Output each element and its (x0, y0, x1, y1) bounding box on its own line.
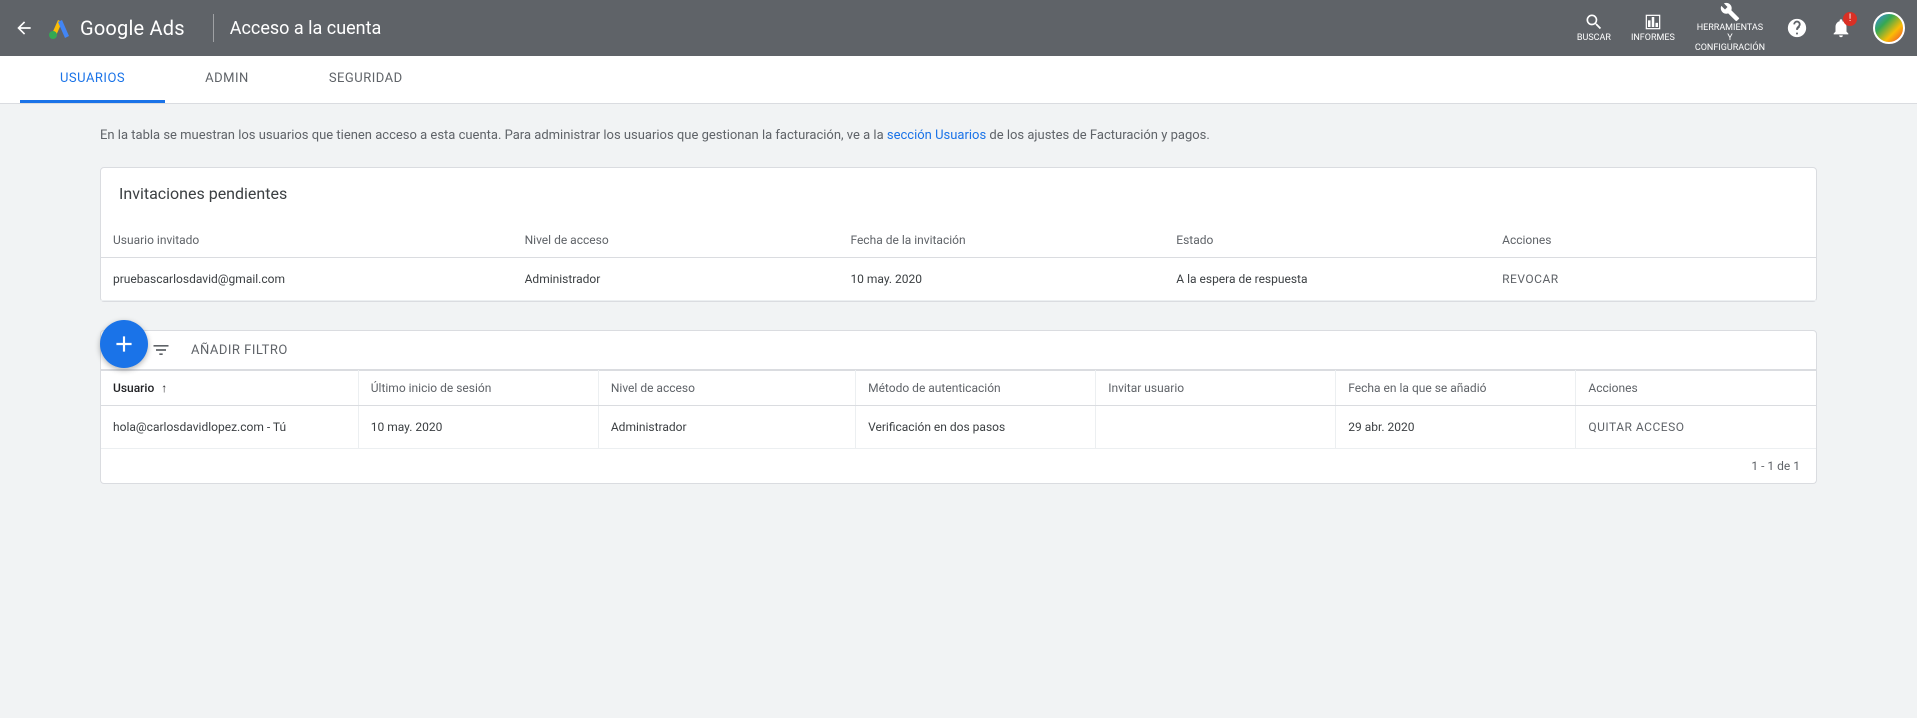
app-header: Google Ads Acceso a la cuenta BUSCAR INF… (0, 0, 1917, 56)
reports-icon (1643, 12, 1663, 32)
filter-bar: AÑADIR FILTRO (100, 330, 1817, 370)
add-filter-button[interactable]: AÑADIR FILTRO (191, 343, 288, 358)
pending-level: Administrador (513, 258, 839, 301)
tools-icon (1720, 2, 1740, 22)
users-table: Usuario ↑ Último inicio de sesión Nivel … (101, 370, 1816, 449)
tabs-bar: USUARIOS ADMIN SEGURIDAD (0, 56, 1917, 104)
back-arrow-icon[interactable] (12, 16, 36, 40)
user-cell: hola@carlosdavidlopez.com - Tú (101, 406, 358, 449)
user-row[interactable]: hola@carlosdavidlopez.com - Tú 10 may. 2… (101, 406, 1816, 449)
users-section: AÑADIR FILTRO Usuario ↑ Último inicio de… (100, 330, 1817, 484)
auth-cell: Verificación en dos pasos (856, 406, 1096, 449)
plus-icon (111, 331, 137, 357)
col-added[interactable]: Fecha en la que se añadió (1336, 371, 1576, 406)
col-actions: Acciones (1490, 223, 1816, 258)
table-footer: 1 - 1 de 1 (101, 449, 1816, 483)
pending-state: A la espera de respuesta (1164, 258, 1490, 301)
product-name: Google Ads (80, 16, 185, 40)
last-login-cell: 10 may. 2020 (358, 406, 598, 449)
invite-cell (1096, 406, 1336, 449)
intro-link[interactable]: sección Usuarios (887, 128, 986, 143)
avatar[interactable] (1873, 12, 1905, 44)
col-user-actions: Acciones (1576, 371, 1816, 406)
search-icon (1584, 12, 1604, 32)
level-cell: Administrador (598, 406, 855, 449)
tab-admin[interactable]: ADMIN (165, 56, 289, 103)
pending-user: pruebascarlosdavid@gmail.com (101, 258, 513, 301)
page-title: Acceso a la cuenta (230, 18, 382, 39)
header-divider (213, 14, 214, 42)
col-user[interactable]: Usuario ↑ (101, 371, 358, 406)
sort-arrow-up-icon: ↑ (161, 381, 167, 395)
tools-label-3: CONFIGURACIÓN (1695, 44, 1765, 54)
revoke-button[interactable]: REVOCAR (1502, 272, 1559, 286)
content-area: En la tabla se muestran los usuarios que… (0, 104, 1917, 524)
reports-action[interactable]: INFORMES (1631, 12, 1675, 44)
col-last-login[interactable]: Último inicio de sesión (358, 371, 598, 406)
notifications-badge: ! (1843, 12, 1857, 26)
pending-row[interactable]: pruebascarlosdavid@gmail.com Administrad… (101, 258, 1816, 301)
col-level[interactable]: Nivel de acceso (598, 371, 855, 406)
add-user-fab[interactable] (100, 320, 148, 368)
tools-action[interactable]: HERRAMIENTAS Y CONFIGURACIÓN (1695, 2, 1765, 54)
col-user-label: Usuario (113, 381, 154, 395)
tab-users[interactable]: USUARIOS (20, 56, 165, 103)
search-action[interactable]: BUSCAR (1577, 12, 1611, 44)
intro-before: En la tabla se muestran los usuarios que… (100, 128, 887, 143)
search-label: BUSCAR (1577, 34, 1611, 44)
product-logo[interactable]: Google Ads (48, 16, 185, 40)
remove-access-button[interactable]: QUITAR ACCESO (1588, 420, 1684, 434)
intro-text: En la tabla se muestran los usuarios que… (100, 128, 1817, 143)
pending-invitations-card: Invitaciones pendientes Usuario invitado… (100, 167, 1817, 302)
notifications-icon[interactable]: ! (1829, 16, 1853, 40)
col-access-level[interactable]: Nivel de acceso (513, 223, 839, 258)
col-invite[interactable]: Invitar usuario (1096, 371, 1336, 406)
header-actions: BUSCAR INFORMES HERRAMIENTAS Y CONFIGURA… (1577, 2, 1905, 54)
intro-after: de los ajustes de Facturación y pagos. (986, 128, 1210, 143)
tab-security[interactable]: SEGURIDAD (289, 56, 443, 103)
reports-label: INFORMES (1631, 34, 1675, 44)
users-table-wrap: Usuario ↑ Último inicio de sesión Nivel … (100, 370, 1817, 484)
filter-icon[interactable] (151, 340, 171, 360)
col-auth[interactable]: Método de autenticación (856, 371, 1096, 406)
col-invited-user[interactable]: Usuario invitado (101, 223, 513, 258)
pending-invitations-table: Usuario invitado Nivel de acceso Fecha d… (101, 223, 1816, 301)
google-ads-icon (48, 16, 72, 40)
col-state[interactable]: Estado (1164, 223, 1490, 258)
pending-card-title: Invitaciones pendientes (117, 184, 1800, 203)
help-icon[interactable] (1785, 16, 1809, 40)
added-cell: 29 abr. 2020 (1336, 406, 1576, 449)
pending-date: 10 may. 2020 (838, 258, 1164, 301)
col-invite-date[interactable]: Fecha de la invitación (838, 223, 1164, 258)
